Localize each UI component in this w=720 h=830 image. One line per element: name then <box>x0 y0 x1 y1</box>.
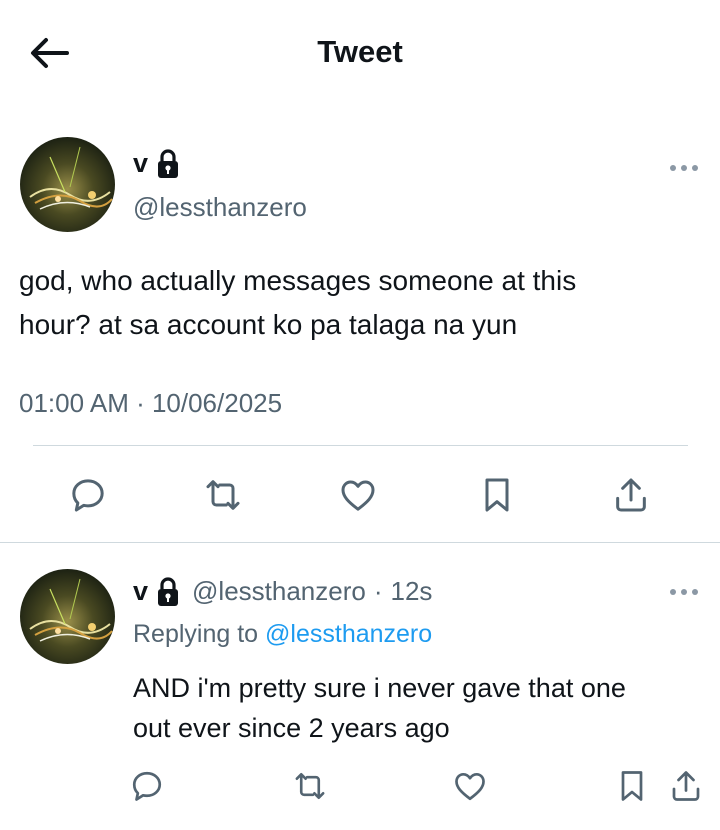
more-options-button[interactable] <box>666 582 702 602</box>
page-title: Tweet <box>317 34 403 69</box>
reply-author-handle[interactable]: @lessthanzero <box>192 576 366 607</box>
more-horizontal-icon <box>670 589 698 595</box>
retweet-button[interactable] <box>200 472 246 518</box>
reply-button[interactable] <box>65 472 111 518</box>
tweet-text: god, who actually messages someone at th… <box>19 259 699 347</box>
share-icon <box>672 771 700 801</box>
reply-text-line: AND i'm pretty sure i never gave that on… <box>133 673 626 703</box>
retweet-button[interactable] <box>290 766 330 806</box>
retweet-icon <box>206 480 240 510</box>
reply-button[interactable] <box>127 766 167 806</box>
more-horizontal-icon <box>670 165 698 171</box>
reply-header: v @lessthanzero · 12s <box>133 576 432 607</box>
reply-text: AND i'm pretty sure i never gave that on… <box>133 668 703 748</box>
reply-author-name[interactable]: v <box>133 576 180 607</box>
replying-to-mention[interactable]: @lessthanzero <box>265 620 432 648</box>
bookmark-icon <box>485 478 509 512</box>
divider <box>33 445 688 446</box>
reply-display-name: v <box>133 576 149 606</box>
author-handle[interactable]: @lessthanzero <box>133 192 307 223</box>
more-options-button[interactable] <box>666 158 702 178</box>
avatar-image <box>20 569 115 664</box>
divider <box>0 542 720 543</box>
reply-icon <box>72 479 104 512</box>
tweet-timestamp[interactable]: 01:00 AM · 10/06/2025 <box>19 388 282 419</box>
share-button[interactable] <box>608 472 654 518</box>
reply-text-line: out ever since 2 years ago <box>133 713 450 743</box>
tweet-text-line: hour? at sa account ko pa talaga na yun <box>19 309 518 340</box>
author-display-name: v <box>133 148 149 178</box>
bookmark-button[interactable] <box>612 766 652 806</box>
like-icon <box>455 772 485 801</box>
like-button[interactable] <box>450 766 490 806</box>
share-button[interactable] <box>666 766 706 806</box>
like-button[interactable] <box>335 472 381 518</box>
top-bar: Tweet <box>0 0 720 110</box>
bookmark-icon <box>621 771 643 801</box>
retweet-icon <box>295 772 325 800</box>
author-name[interactable]: v <box>133 148 180 179</box>
avatar[interactable] <box>20 137 115 232</box>
like-icon <box>341 480 375 511</box>
reply-icon <box>132 771 162 801</box>
share-icon <box>616 478 646 512</box>
separator-dot: · <box>373 576 383 606</box>
reply-time[interactable]: 12s <box>391 576 433 607</box>
tweet-text-line: god, who actually messages someone at th… <box>19 265 577 296</box>
replying-to-label: Replying to <box>133 620 259 648</box>
avatar[interactable] <box>20 569 115 664</box>
replying-to: Replying to @lessthanzero <box>133 620 432 649</box>
lock-icon <box>158 576 179 606</box>
bookmark-button[interactable] <box>474 472 520 518</box>
avatar-image <box>20 137 115 232</box>
lock-icon <box>158 148 179 178</box>
